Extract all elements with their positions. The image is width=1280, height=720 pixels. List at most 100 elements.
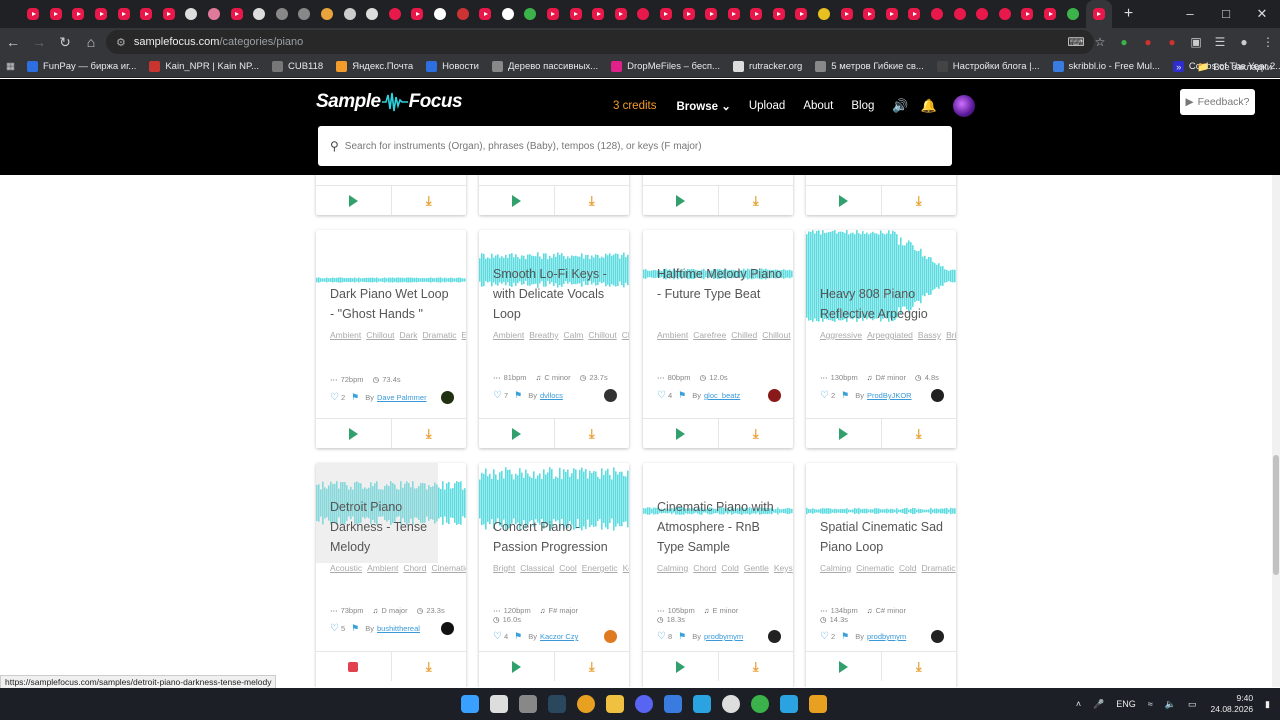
browser-tab[interactable]	[338, 0, 361, 28]
sample-title[interactable]: Detroit Piano Darkness - Tense Melody	[330, 497, 456, 557]
sample-card[interactable]: Cinematic Piano with Atmosphere - RnB Ty…	[643, 463, 793, 687]
browser-tab[interactable]	[451, 0, 474, 28]
tag-link[interactable]: Calming	[657, 563, 688, 573]
sample-card[interactable]: Spatial Cinematic Sad Piano Loop Calming C…	[806, 463, 956, 687]
author-link[interactable]: Dave Palmmer	[377, 393, 427, 402]
tag-link[interactable]: Energetic	[582, 563, 618, 573]
blog-link[interactable]: Blog	[851, 100, 874, 112]
url-field[interactable]: ⚙ samplefocus.com/categories/piano	[106, 30, 1094, 54]
browser-tab[interactable]	[790, 0, 813, 28]
tag-link[interactable]: Gentle	[744, 563, 769, 573]
tag-link[interactable]: Aggressive	[820, 330, 862, 340]
about-link[interactable]: About	[803, 100, 833, 112]
bookmark-item[interactable]: CUB118	[272, 61, 323, 72]
tag-link[interactable]: Chillout	[366, 330, 394, 340]
forward-icon[interactable]: →	[26, 34, 52, 50]
browser-tab[interactable]	[361, 0, 384, 28]
download-button[interactable]: ⤓	[880, 186, 957, 215]
sample-card[interactable]: Heavy 808 Piano Reflective Arpeggio Aggre…	[806, 230, 956, 448]
sample-title[interactable]: Spatial Cinematic Sad Piano Loop	[820, 517, 946, 557]
browser-tab[interactable]	[813, 0, 836, 28]
play-button[interactable]	[806, 419, 881, 448]
speaker-icon[interactable]: 🔈	[1165, 699, 1176, 710]
credits-link[interactable]: 3 credits	[613, 100, 656, 112]
browser-tab[interactable]	[609, 0, 632, 28]
browser-tab[interactable]	[1085, 0, 1112, 28]
heart-icon[interactable]: ♡	[820, 390, 829, 401]
menu-icon[interactable]: ⋮	[1256, 35, 1280, 49]
browser-tab[interactable]	[632, 0, 655, 28]
search-icon[interactable]	[489, 695, 508, 713]
browser-tab[interactable]	[1039, 0, 1062, 28]
windows-start-icon[interactable]	[460, 695, 479, 713]
browser-tab[interactable]	[180, 0, 203, 28]
browser-tab[interactable]	[858, 0, 881, 28]
browser-tab[interactable]	[835, 0, 858, 28]
author-link[interactable]: prodbymym	[704, 632, 743, 641]
browser-tab[interactable]	[135, 0, 158, 28]
app-icon[interactable]	[663, 695, 682, 713]
tag-link[interactable]: Bright	[946, 330, 956, 340]
bookmark-icon[interactable]: ⚑	[678, 390, 686, 401]
back-icon[interactable]: ←	[0, 34, 26, 50]
chrome-icon[interactable]	[750, 695, 769, 713]
tag-link[interactable]: Chord	[403, 563, 426, 573]
play-button[interactable]	[479, 419, 554, 448]
browser-tab[interactable]	[768, 0, 791, 28]
maximize-icon[interactable]: □	[1208, 0, 1244, 28]
browser-tab[interactable]	[225, 0, 248, 28]
tag-link[interactable]: Cold	[721, 563, 738, 573]
browser-tab[interactable]	[587, 0, 610, 28]
sample-card[interactable]: Smooth Lo-Fi Keys - with Delicate Vocals…	[479, 230, 629, 448]
bookmark-item[interactable]: Дерево пассивных...	[491, 61, 598, 72]
download-button[interactable]: ⤓	[390, 419, 467, 448]
browser-tab[interactable]	[429, 0, 452, 28]
author-link[interactable]: gloc_beatz	[704, 391, 740, 400]
tag-link[interactable]: Keys	[623, 563, 629, 573]
download-button[interactable]: ⤓	[717, 186, 794, 215]
play-button[interactable]	[479, 652, 554, 681]
tag-link[interactable]: Dark	[400, 330, 418, 340]
search-bar[interactable]: ⚲ Search for instruments (Organ), phrase…	[318, 126, 952, 166]
tag-link[interactable]: Carefree	[693, 330, 726, 340]
browser-tab[interactable]	[45, 0, 68, 28]
sample-title[interactable]: Concert Piano - Passion Progression	[493, 517, 619, 557]
tag-link[interactable]: Chilled	[731, 330, 757, 340]
clock[interactable]: 9:40 24.08.2026	[1211, 693, 1254, 715]
browser-tab[interactable]	[474, 0, 497, 28]
site-info-icon[interactable]: ⚙	[116, 36, 126, 49]
browser-tab[interactable]	[271, 0, 294, 28]
browser-tab[interactable]	[700, 0, 723, 28]
close-icon[interactable]: ✕	[1244, 0, 1280, 28]
tag-link[interactable]: Ambient	[657, 330, 688, 340]
browser-tab[interactable]	[248, 0, 271, 28]
volume-icon[interactable]: 🔊	[892, 98, 908, 114]
minimize-icon[interactable]: –	[1172, 0, 1208, 28]
bookmarks-overflow-icon[interactable]: »	[1176, 62, 1181, 73]
star-icon[interactable]: ☆	[1088, 35, 1112, 49]
tag-link[interactable]: Ambient	[367, 563, 398, 573]
download-button[interactable]: ⤓	[880, 419, 957, 448]
sample-card[interactable]: Concert Piano - Passion Progression Brigh…	[479, 463, 629, 687]
extension-icon[interactable]: ●	[1136, 35, 1160, 49]
browser-tab[interactable]	[293, 0, 316, 28]
language-indicator[interactable]: ENG	[1116, 699, 1136, 709]
browser-tab[interactable]	[722, 0, 745, 28]
heart-icon[interactable]: ♡	[657, 631, 666, 642]
heart-icon[interactable]: ♡	[493, 390, 502, 401]
browser-tab[interactable]	[22, 0, 45, 28]
bookmark-item[interactable]: FunPay — биржа иг...	[26, 61, 136, 72]
site-logo[interactable]: Sample Focus	[316, 91, 463, 113]
bookmark-icon[interactable]: ⚑	[841, 390, 849, 401]
tag-link[interactable]: Ambient	[493, 330, 524, 340]
download-button[interactable]: ⤓	[553, 419, 630, 448]
sample-title[interactable]: Heavy 808 Piano Reflective Arpeggio	[820, 284, 946, 324]
bookmark-item[interactable]: Новости	[426, 61, 479, 72]
heart-icon[interactable]: ♡	[820, 631, 829, 642]
browser-tab[interactable]	[677, 0, 700, 28]
author-link[interactable]: ProdByJKOR	[867, 391, 912, 400]
browser-tab[interactable]	[67, 0, 90, 28]
author-link[interactable]: Kaczor Czy	[540, 632, 578, 641]
tag-link[interactable]: Classical	[520, 563, 554, 573]
play-button[interactable]	[643, 419, 718, 448]
